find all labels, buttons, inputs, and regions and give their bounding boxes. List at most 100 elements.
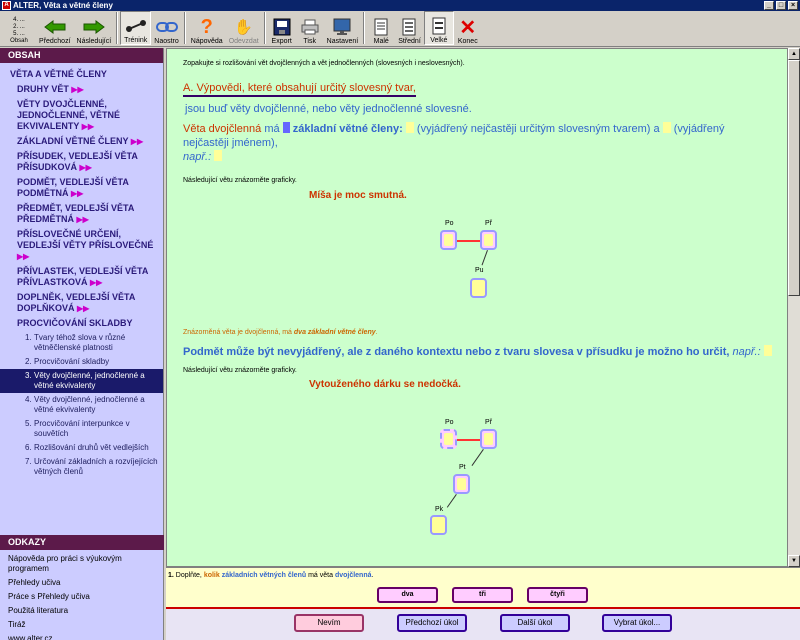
diagram-node-po[interactable] [440,230,457,250]
main-area: Zopakujte si rozlišování vět dvojčlennýc… [166,48,800,567]
answer-tri-button[interactable]: tři [452,587,513,603]
next-task-button[interactable]: Další úkol [500,614,570,632]
select-task-button[interactable]: Vybrat úkol... [602,614,672,632]
toc-subitem-6[interactable]: 6. Rozlišování druhů vět vedlejších [0,441,163,455]
scroll-down-icon[interactable]: ▼ [788,555,800,567]
toc-item-podmet[interactable]: PODMĚT, VEDLEJŠÍ VĚTA PODMĚTNÁ ▶▶ [0,175,163,201]
answer-slot-example-2[interactable] [763,345,772,356]
question-text: 1. Doplňte, kolik základních větných čle… [168,572,374,579]
toc-item-prislovecne-urceni[interactable]: PŘÍSLOVEČNÉ URČENÍ, VEDLEJŠÍ VĚTY PŘÍSLO… [0,227,163,264]
printer-icon [299,17,321,37]
page-medium-icon [398,17,420,37]
maximize-icon[interactable]: □ [776,1,786,10]
exit-x-icon: ✕ [459,16,477,39]
obsah-lines: 4. ... 2. ... 5. ... [13,17,25,37]
toc-item-predmet[interactable]: PŘEDMĚT, VEDLEJŠÍ VĚTA PŘEDMĚTNÁ ▶▶ [0,201,163,227]
monitor-icon [331,17,353,37]
content-panel: Zopakujte si rozlišování vět dvojčlennýc… [166,48,788,567]
obsah-button[interactable]: 4. ... 2. ... 5. ... Obsah [2,11,36,45]
odkazy-section: ODKAZY Nápověda pro práci s výukovým pro… [0,535,164,640]
link-napoveda[interactable]: Nápověda pro práci s výukovým programem [0,552,164,576]
arrow-left-icon [43,17,66,37]
next-button[interactable]: Následující [74,11,115,45]
toc-item-prisudek[interactable]: PŘÍSUDEK, VEDLEJŠÍ VĚTA PŘÍSUDKOVÁ ▶▶ [0,149,163,175]
napoveda-button[interactable]: ? Nápověda [188,11,226,46]
link-website[interactable]: www.alter.cz [0,632,164,640]
toc-item-veta-a-vetne-cleny[interactable]: VĚTA A VĚTNÉ ČLENY [0,67,163,82]
diagram2-node-pr[interactable] [480,429,497,449]
answer-slot-2[interactable] [662,122,671,133]
label-po-2: Po [445,419,454,426]
label-po: Po [445,220,454,227]
export-icon [271,17,293,37]
diagram-node-pu[interactable] [470,278,487,298]
size-large-button[interactable]: Velké [423,11,454,45]
size-medium-button[interactable]: Střední [395,11,424,45]
scroll-up-icon[interactable]: ▲ [788,48,800,60]
diagram-edge-po-pr [457,240,480,242]
label-pr-2: Př [485,419,492,426]
diagram2-node-pk[interactable] [430,515,447,535]
size-small-button[interactable]: Malé [367,11,395,45]
diagram2-line-pt-pk [446,494,457,508]
nastaveni-button[interactable]: Nastavení [324,11,362,45]
double-arrow-icon: ▶▶ [90,278,103,287]
link-tiraz[interactable]: Tiráž [0,618,164,632]
toc-subitem-1[interactable]: 1. Tvary téhož slova v různé větněčlenské… [0,331,163,355]
minimize-icon[interactable]: _ [764,1,774,10]
label-pt: Pt [459,464,466,471]
content-scrollbar[interactable]: ▲ ▼ [788,48,800,567]
diagram2-edge-po-pr [457,439,480,441]
previous-button[interactable]: Předchozí [36,11,74,45]
toc-subitem-4[interactable]: 4. Věty dvojčlenné, jednočlenné a větné e… [0,393,163,417]
previous-task-button[interactable]: Předchozí úkol [397,614,467,632]
link-pouzita-literatura[interactable]: Použitá literatura [0,604,164,618]
toc-item-doplnek[interactable]: DOPLNĚK, VEDLEJŠÍ VĚTA DOPLŇKOVÁ ▶▶ [0,290,163,316]
example-sentence-1: Míša je moc smutná. [309,190,407,201]
toc-item-druhy-vet[interactable]: DRUHY VĚT ▶▶ [0,82,163,97]
diagram-node-pr[interactable] [480,230,497,250]
export-button[interactable]: Export [268,11,296,45]
nevim-button[interactable]: Nevím [294,614,364,632]
window-controls: _ □ × [764,1,798,10]
toc-item-vety-dvojclenne[interactable]: VĚTY DVOJČLENNÉ, JEDNOČLENNÉ, VĚTNÉ EKVI… [0,97,163,134]
page-small-icon [370,17,392,37]
content-paragraph: Věta dvojčlenná má základní větné členy:… [183,122,725,163]
odevzdat-button[interactable]: ✋ Odevzdat [226,11,262,45]
intro-text: Zopakujte si rozlišování vět dvojčlennýc… [183,60,465,67]
konec-button[interactable]: ✕ Konec [454,11,482,46]
answer-slot-example[interactable] [214,150,223,161]
answer-slot-1[interactable] [405,122,414,133]
toc-item-privlastek[interactable]: PŘÍVLASTEK, VEDLEJŠÍ VĚTA PŘÍVLASTKOVÁ ▶… [0,264,163,290]
trenink-button[interactable]: Trénink [120,11,152,45]
toc-subitem-3-active[interactable]: 3. Věty dvojčlenné, jednočlenné a větné e… [0,369,163,393]
diagram2-node-pt[interactable] [453,474,470,494]
toc-item-procvicovani-skladby[interactable]: PROCVIČOVÁNÍ SKLADBY [0,316,163,331]
answer-dva-button[interactable]: dva [377,587,438,603]
double-arrow-icon: ▶▶ [17,252,30,261]
close-icon[interactable]: × [788,1,798,10]
toc-item-zakladni-vetne-cleny[interactable]: ZÁKLADNÍ VĚTNÉ ČLENY ▶▶ [0,134,163,149]
double-arrow-icon: ▶▶ [81,122,95,131]
instruction-note-1: Následující větu znázorněte graficky. [183,177,297,184]
toc-subitem-5[interactable]: 5. Procvičování interpunkce v souvětích [0,417,163,441]
answer-ctyri-button[interactable]: čtyři [527,587,588,603]
scroll-thumb[interactable] [788,60,800,296]
double-arrow-icon: ▶▶ [130,137,144,146]
tisk-button[interactable]: Tisk [296,11,324,45]
label-pu: Pu [475,267,484,274]
diagram2-node-po[interactable] [440,429,457,449]
content-line1: jsou buď věty dvojčlenné, nebo věty jedn… [185,103,472,115]
toc-subitem-7[interactable]: 7. Určování základních a rozvíjejících vě… [0,455,163,479]
link-prehledy-uciva[interactable]: Přehledy učiva [0,576,164,590]
odkazy-header: ODKAZY [0,535,164,550]
naostro-button[interactable]: Naostro [151,11,182,45]
hand-icon: ✋ [234,19,254,36]
example-sentence-2: Vytouženého dárku se nedočká. [309,379,461,390]
section-heading: A. Výpovědi, které obsahují určitý slove… [183,82,416,97]
toc-subitem-2[interactable]: 2. Procvičování skladby [0,355,163,369]
label-pk: Pk [435,506,444,513]
answer-slot-count[interactable] [282,122,290,133]
window-title: ALTER, Věta a větné členy [13,1,113,10]
link-prace-s-prehledy[interactable]: Práce s Přehledy učiva [0,590,164,604]
